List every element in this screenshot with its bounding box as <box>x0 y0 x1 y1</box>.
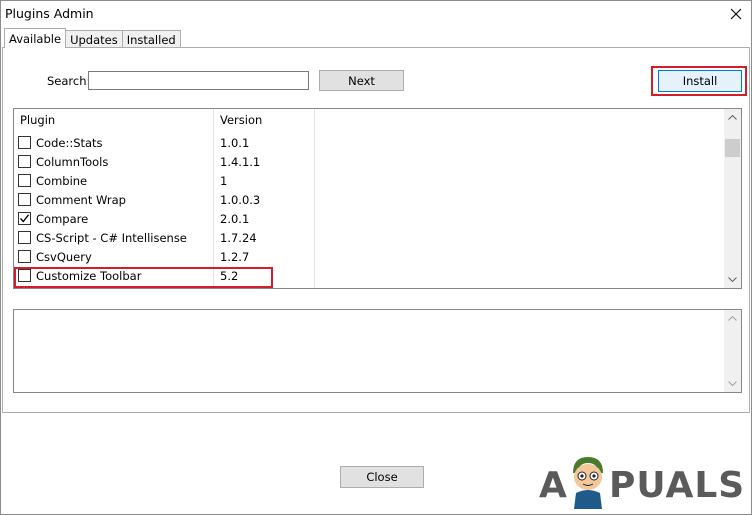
plugin-version: 2.0.1 <box>220 212 250 226</box>
plugin-version: 1.7.24 <box>220 231 257 245</box>
list-item[interactable]: Combine 1 <box>14 171 726 190</box>
plugin-checkbox[interactable] <box>18 193 31 206</box>
column-header-plugin[interactable]: Plugin <box>20 113 55 127</box>
plugin-checkbox[interactable] <box>18 174 31 187</box>
list-header: Plugin Version <box>14 109 726 130</box>
plugin-version: 1.0.1 <box>220 136 250 150</box>
tab-updates[interactable]: Updates <box>65 30 123 48</box>
list-item[interactable]: ColumnTools 1.4.1.1 <box>14 152 726 171</box>
plugin-version: 1.2.7 <box>220 250 250 264</box>
plugin-version: 5.2 <box>220 269 239 283</box>
plugin-checkbox[interactable] <box>18 212 31 225</box>
plugin-list[interactable]: Plugin Version Code::Stats 1.0.1ColumnToo… <box>13 108 742 289</box>
plugin-checkbox[interactable] <box>18 269 31 282</box>
list-item[interactable]: Compare 2.0.1 <box>14 209 726 228</box>
list-scrollbar[interactable] <box>724 109 741 288</box>
plugin-checkbox[interactable] <box>18 155 31 168</box>
plugin-version: 1.4.1.1 <box>220 155 261 169</box>
available-panel: Search: Next Install Plugin Version Code… <box>2 47 750 413</box>
plugin-version: 1 <box>220 174 228 188</box>
plugin-name: ColumnTools <box>36 155 109 169</box>
scroll-up-icon[interactable] <box>724 109 741 126</box>
window-title: Plugins Admin <box>5 6 94 21</box>
tab-installed[interactable]: Installed <box>121 30 181 48</box>
plugin-name: Combine <box>36 174 88 188</box>
scroll-down-icon[interactable] <box>724 271 741 288</box>
plugin-description-box[interactable] <box>13 309 742 393</box>
column-header-version[interactable]: Version <box>220 113 262 127</box>
close-icon[interactable] <box>725 3 747 25</box>
scroll-down-icon[interactable] <box>724 375 741 392</box>
close-button[interactable]: Close <box>340 466 424 488</box>
list-item[interactable]: CsvQuery 1.2.7 <box>14 247 726 266</box>
plugin-version: 1.0.0.3 <box>220 193 261 207</box>
next-button[interactable]: Next <box>319 70 404 91</box>
plugin-name: CsvQuery <box>36 250 92 264</box>
plugin-name: Compare <box>36 212 89 226</box>
plugin-checkbox[interactable] <box>18 136 31 149</box>
install-button[interactable]: Install <box>658 70 742 92</box>
watermark-text-a: A <box>539 465 568 506</box>
tab-bar: Available Updates Installed <box>4 28 181 48</box>
checkmark-icon <box>20 214 30 223</box>
search-label: Search: <box>47 74 91 88</box>
plugin-name: CS-Script - C# Intellisense <box>36 231 187 245</box>
tab-available[interactable]: Available <box>4 28 67 48</box>
plugin-checkbox[interactable] <box>18 250 31 263</box>
title-bar: Plugins Admin <box>1 1 751 27</box>
list-item[interactable]: Code::Stats 1.0.1 <box>14 133 726 152</box>
plugin-checkbox[interactable] <box>18 231 31 244</box>
plugin-name: Customize Toolbar <box>36 269 142 283</box>
list-item[interactable]: Comment Wrap 1.0.0.3 <box>14 190 726 209</box>
appuals-watermark: A PUALS <box>539 453 749 513</box>
watermark-text-puals: PUALS <box>609 465 746 506</box>
list-item[interactable]: Customize Toolbar 5.2 <box>14 266 726 285</box>
mascot-icon <box>573 457 603 509</box>
scroll-thumb[interactable] <box>725 139 740 157</box>
plugin-name: Code::Stats <box>36 136 103 150</box>
description-scrollbar[interactable] <box>724 310 741 392</box>
search-input[interactable] <box>88 71 309 90</box>
scroll-up-icon[interactable] <box>724 310 741 327</box>
list-item[interactable]: CS-Script - C# Intellisense 1.7.24 <box>14 228 726 247</box>
plugin-name: Comment Wrap <box>36 193 126 207</box>
plugins-admin-window: Plugins Admin Available Updates Installe… <box>0 0 752 515</box>
